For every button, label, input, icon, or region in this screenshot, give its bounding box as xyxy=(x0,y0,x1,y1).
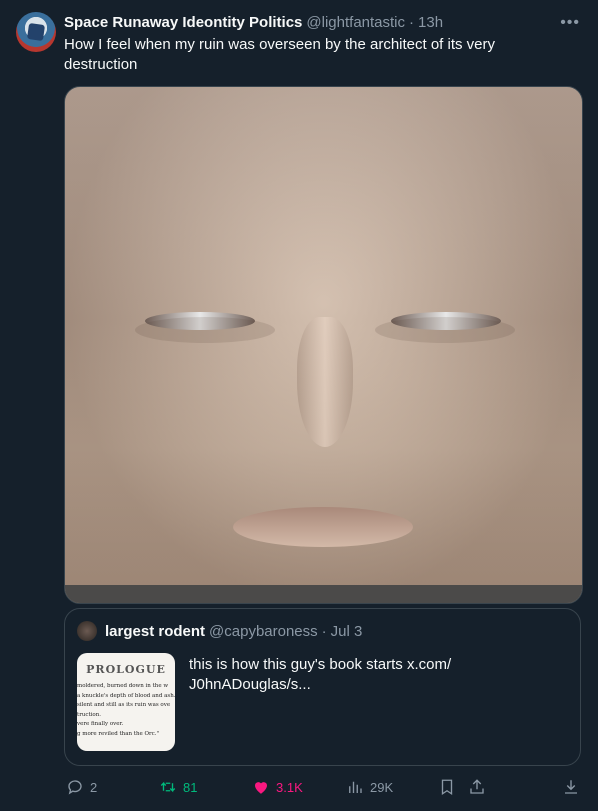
reply-icon xyxy=(68,780,82,795)
bookmark-button[interactable] xyxy=(438,778,462,796)
tweet-text: How I feel when my ruin was overseen by … xyxy=(64,36,496,73)
author-handle[interactable]: @lightfantastic xyxy=(306,14,405,31)
separator-dot: · xyxy=(409,13,415,31)
quote-author-name[interactable]: largest rodent xyxy=(105,623,205,640)
quote-author-avatar[interactable] xyxy=(77,621,97,641)
image-nose xyxy=(297,317,353,447)
thumbnail-line: a knuckle's depth of blood and ash. xyxy=(77,692,175,699)
tweet-image[interactable] xyxy=(64,86,583,604)
image-bottom-band xyxy=(65,585,582,603)
quote-separator-dot: · xyxy=(321,623,327,640)
quote-author-handle[interactable]: @capybaroness xyxy=(209,623,318,640)
author-name[interactable]: Space Runaway Ideontity Politics xyxy=(64,14,302,31)
author-avatar[interactable] xyxy=(16,12,56,52)
thumbnail-line: moldered, burned down in the w xyxy=(77,683,169,689)
more-icon[interactable]: ••• xyxy=(560,14,580,32)
retweet-button[interactable]: 81 xyxy=(159,778,197,796)
thumbnail-title: PROLOGUE xyxy=(86,663,166,676)
thumbnail-text: moldered, burned down in the w a knuckle… xyxy=(77,676,175,739)
quote-header: largest rodent @capybaroness · Jul 3 xyxy=(105,623,362,640)
image-left-shadow xyxy=(135,317,275,343)
tweet-time[interactable]: 13h xyxy=(418,14,443,31)
view-count: 29K xyxy=(370,779,394,795)
download-icon xyxy=(565,780,577,794)
tweet-header: Space Runaway Ideontity Politics @lightf… xyxy=(64,12,578,32)
retweet-icon xyxy=(160,781,176,793)
thumbnail-line: vere finally over. xyxy=(77,721,124,727)
reply-button[interactable]: 2 xyxy=(66,778,97,796)
image-mouth xyxy=(233,507,413,547)
views-icon xyxy=(349,781,362,793)
quote-text: this is how this guy's book starts x.com… xyxy=(189,656,452,693)
heart-icon xyxy=(255,782,267,794)
thumbnail-line: g more reviled than the Orc." xyxy=(77,730,160,737)
retweet-count: 81 xyxy=(183,779,198,795)
reply-count: 2 xyxy=(90,779,98,795)
bookmark-icon xyxy=(441,779,453,796)
image-right-shadow xyxy=(375,317,515,343)
download-button[interactable] xyxy=(562,778,586,796)
share-button[interactable] xyxy=(468,778,492,796)
thumbnail-line: truction. xyxy=(77,711,102,718)
quote-date[interactable]: Jul 3 xyxy=(331,623,363,640)
like-button[interactable]: 3.1K xyxy=(252,778,303,796)
quote-media-thumbnail[interactable]: PROLOGUE moldered, burned down in the w … xyxy=(77,653,175,751)
views-button[interactable]: 29K xyxy=(346,778,393,796)
action-bar: 2 81 3.1K 29K xyxy=(64,778,584,800)
share-icon xyxy=(470,779,484,794)
thumbnail-line: silent and still as its ruin was ove xyxy=(77,702,171,708)
quoted-tweet[interactable]: largest rodent @capybaroness · Jul 3 PRO… xyxy=(64,608,581,766)
like-count: 3.1K xyxy=(276,779,303,795)
